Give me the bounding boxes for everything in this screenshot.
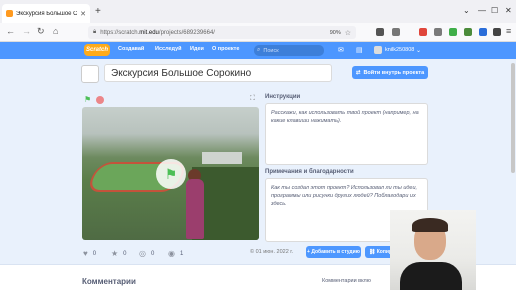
browser-tab-bar: Экскурсия Большое Сорокино ✕ + ⌄ — ☐ ✕ (0, 0, 516, 23)
scratch-favicon-icon (6, 10, 13, 17)
messages-icon[interactable]: ✉ (338, 46, 344, 54)
comments-toggle[interactable]: Комментарии вклю (322, 278, 371, 284)
sprite-character (186, 179, 204, 239)
user-menu-chevron-icon[interactable]: ⌄ (416, 47, 421, 54)
home-icon[interactable]: ⌂ (53, 26, 58, 36)
nav-ideas[interactable]: Идеи (190, 46, 204, 52)
browser-nav-bar: ← → ↻ ⌂ 🔒︎ https://scratch.mit.edu/proje… (0, 23, 516, 42)
link-icon: ⛓︎ (369, 249, 376, 255)
new-tab-button[interactable]: + (95, 7, 101, 17)
maximize-icon[interactable]: ☐ (491, 6, 498, 15)
webcam-person-hair (412, 218, 448, 232)
webcam-person-body (400, 262, 462, 290)
fullscreen-icon[interactable]: ⛶ (250, 95, 255, 103)
downloads-icon[interactable] (392, 28, 400, 36)
love-count[interactable]: ♥ 0 (83, 249, 96, 258)
extension-red-icon[interactable] (419, 28, 427, 36)
project-stage[interactable]: ⚑ (82, 107, 259, 240)
scratch-logo[interactable]: Scratch (84, 44, 110, 56)
nav-explore[interactable]: Исследуй (155, 46, 182, 52)
green-flag-icon[interactable]: ⚑ (84, 95, 91, 104)
project-title-input[interactable]: Экскурсия Большое Сорокино (104, 64, 332, 82)
green-flag-overlay-icon[interactable]: ⚑ (156, 159, 186, 189)
search-input[interactable]: ⌕ Поиск (254, 45, 324, 56)
search-icon: ⌕ (257, 47, 261, 53)
add-to-studio-button[interactable]: + Добавить в студию (306, 246, 361, 258)
see-inside-icon: ⇄ (355, 69, 361, 76)
page-scrollbar[interactable] (511, 63, 515, 173)
nav-create[interactable]: Создавай (118, 46, 144, 52)
minimize-icon[interactable]: — (478, 6, 486, 15)
zoom-level[interactable]: 90% (330, 30, 341, 36)
remix-count: ◎ 0 (139, 249, 155, 258)
forward-icon[interactable]: → (22, 26, 31, 36)
reload-icon[interactable]: ↻ (37, 26, 45, 36)
close-tab-icon[interactable]: ✕ (80, 10, 86, 18)
pocket-icon[interactable] (376, 28, 384, 36)
heart-icon: ♥ (83, 249, 88, 258)
browser-tab[interactable]: Экскурсия Большое Сорокино ✕ (2, 4, 90, 23)
project-author-avatar[interactable] (81, 65, 99, 83)
webcam-overlay (390, 210, 476, 290)
close-window-icon[interactable]: ✕ (505, 6, 512, 15)
remix-icon: ◎ (139, 249, 146, 258)
tab-title: Экскурсия Большое Сорокино (16, 10, 78, 17)
back-icon[interactable]: ← (6, 26, 15, 36)
lock-icon: 🔒︎ (93, 29, 97, 35)
extension-leaf-icon[interactable] (464, 28, 472, 36)
user-avatar[interactable] (374, 46, 382, 54)
extension-blue-icon[interactable] (479, 28, 487, 36)
share-date: © 01 июн. 2022 г. (250, 249, 294, 255)
bookmark-star-icon[interactable]: ☆ (345, 29, 351, 37)
favorite-count[interactable]: ★ 0 (111, 249, 127, 258)
menu-icon[interactable]: ≡ (506, 26, 511, 36)
notes-heading: Примечания и благодарности (265, 169, 354, 175)
stop-icon[interactable] (96, 96, 104, 104)
see-inside-button[interactable]: ⇄ Войти внутрь проекта (352, 66, 428, 79)
scratch-header: Scratch Создавай Исследуй Идеи О проекте… (0, 42, 516, 59)
extension-green-icon[interactable] (449, 28, 457, 36)
view-count: ◉ 1 (168, 249, 184, 258)
username[interactable]: knilk250808 (385, 47, 414, 53)
chevron-down-icon[interactable]: ⌄ (463, 6, 470, 15)
star-icon: ★ (111, 249, 119, 258)
address-bar[interactable]: 🔒︎ https://scratch.mit.edu/projects/6892… (88, 26, 356, 39)
instructions-heading: Инструкции (265, 94, 301, 100)
url-text: https://scratch.mit.edu/projects/6892396… (100, 29, 215, 36)
nav-about[interactable]: О проекте (212, 46, 239, 52)
extension-gray-icon[interactable] (434, 28, 442, 36)
my-stuff-icon[interactable]: ▤ (356, 46, 363, 54)
instructions-textarea[interactable]: Расскажи, как использовать твой проект (… (265, 103, 428, 165)
search-placeholder: Поиск (263, 47, 279, 54)
comments-heading: Комментарии (82, 277, 136, 286)
eye-icon: ◉ (168, 249, 175, 258)
extensions-puzzle-icon[interactable] (493, 28, 501, 36)
stage-building (202, 152, 242, 164)
